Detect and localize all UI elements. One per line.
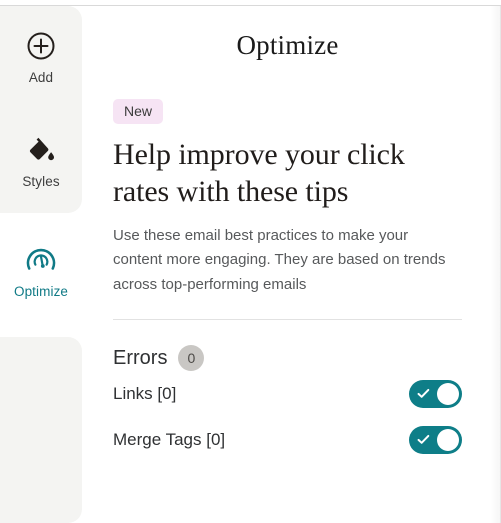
sidebar-item-add-label: Add (28, 70, 54, 85)
sidebar-item-optimize[interactable]: Optimize (0, 238, 82, 299)
toggle-links-knob (437, 383, 459, 406)
subtext: Use these email best practices to make y… (113, 227, 446, 293)
sidebar-item-optimize-label: Optimize (13, 284, 69, 299)
page-title: Optimize (236, 30, 339, 60)
errors-count-badge: 0 (178, 345, 205, 372)
sidebar-group-lower (0, 337, 82, 523)
paint-bucket-icon (0, 128, 82, 172)
optimize-panel-window: Add Styles Optimize Optimize New Help im… (0, 0, 501, 523)
content-body: New Help improve your click rates with t… (84, 61, 491, 463)
sidebar-item-styles[interactable]: Styles (0, 128, 82, 189)
sidebar-item-styles-label: Styles (22, 174, 60, 189)
errors-section-header: Errors 0 (113, 345, 462, 372)
option-row-links-label: Links [0] (113, 384, 177, 404)
toggle-links[interactable] (409, 380, 462, 409)
check-icon (417, 389, 430, 398)
plus-circle-icon (0, 24, 82, 68)
headline: Help improve your click rates with these… (113, 138, 405, 208)
sidebar-item-add[interactable]: Add (0, 24, 82, 85)
toggle-merge-tags[interactable] (409, 426, 462, 455)
gauge-icon (0, 238, 82, 282)
sidebar: Add Styles Optimize (0, 6, 82, 523)
option-row-merge-tags-label: Merge Tags [0] (113, 430, 226, 450)
divider (113, 319, 462, 321)
option-row-links: Links [0] (113, 371, 462, 417)
new-badge: New (113, 99, 164, 124)
errors-section-title: Errors (113, 346, 168, 369)
check-icon (417, 435, 430, 444)
toggle-merge-tags-knob (437, 429, 459, 452)
option-row-merge-tags: Merge Tags [0] (113, 417, 462, 463)
window-right-shade (490, 6, 500, 523)
main-content: Optimize New Help improve your click rat… (84, 6, 491, 523)
